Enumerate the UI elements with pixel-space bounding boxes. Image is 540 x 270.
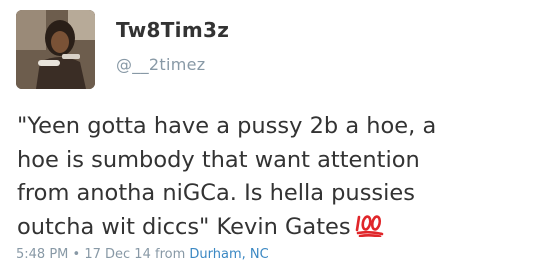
location-link[interactable]: Durham, NC	[189, 247, 268, 262]
user-handle[interactable]: @__2timez	[116, 55, 205, 74]
tweet-date[interactable]: 17 Dec 14	[84, 247, 151, 262]
tweet-time[interactable]: 5:48 PM	[16, 247, 68, 262]
tweet-text-line: outcha wit diccs" Kevin Gates	[17, 211, 532, 248]
display-name[interactable]: Tw8Tim3z	[116, 18, 229, 42]
tweet-text: "Yeen gotta have a pussy 2b a hoe, a hoe…	[17, 110, 532, 247]
tweet-text-line-content: outcha wit diccs" Kevin Gates	[17, 213, 351, 240]
tweet-text-line: "Yeen gotta have a pussy 2b a hoe, a	[17, 113, 437, 139]
tweet-text-line: from anotha niGCa. Is hella pussies	[17, 180, 415, 206]
meta-separator: •	[72, 247, 81, 262]
from-label: from	[155, 247, 186, 262]
avatar-photo	[16, 10, 95, 89]
avatar[interactable]	[16, 10, 95, 89]
tweet-text-line: hoe is sumbody that want attention	[17, 146, 420, 173]
tweet-meta: 5:48 PM • 17 Dec 14 from Durham, NC	[16, 247, 269, 262]
hundred-points-icon	[355, 211, 385, 248]
tweet-card: Tw8Tim3z @__2timez "Yeen gotta have a pu…	[0, 0, 540, 270]
